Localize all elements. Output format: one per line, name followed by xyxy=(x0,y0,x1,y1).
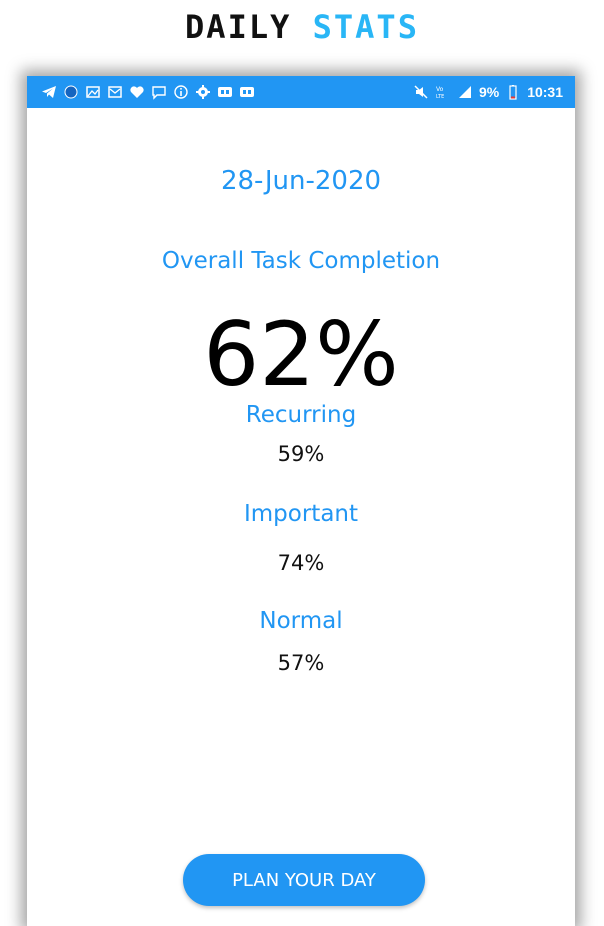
plan-your-day-button[interactable]: PLAN YOUR DAY xyxy=(183,854,425,906)
stats-content: 28-Jun-2020 Overall Task Completion 62% … xyxy=(27,108,575,926)
circle-icon xyxy=(63,84,79,100)
app-badge-icon xyxy=(239,84,255,100)
svg-text:Vo: Vo xyxy=(436,86,444,93)
category-label-normal: Normal xyxy=(259,608,343,634)
date-label: 28-Jun-2020 xyxy=(220,166,382,196)
battery-icon xyxy=(505,84,521,100)
promo-title: DAILY STATS xyxy=(0,8,604,46)
volte-icon: Vo LTE xyxy=(435,84,451,100)
signal-icon xyxy=(457,84,473,100)
settings-icon xyxy=(195,84,211,100)
mail-icon xyxy=(107,84,123,100)
status-bar: Vo LTE 9% 10:31 xyxy=(27,76,575,108)
info-icon xyxy=(173,84,189,100)
mute-icon xyxy=(413,84,429,100)
telegram-icon xyxy=(41,84,57,100)
heart-icon xyxy=(129,84,145,100)
category-label-important: Important xyxy=(243,501,359,527)
phone-screen: Vo LTE 9% 10:31 28-Jun-2020 Overall Task … xyxy=(27,76,575,926)
category-value-normal: 57% xyxy=(277,651,325,675)
category-label-recurring: Recurring xyxy=(245,402,357,428)
category-value-important: 74% xyxy=(277,551,325,575)
clock: 10:31 xyxy=(527,84,563,100)
battery-percent: 9% xyxy=(478,84,500,100)
overall-completion-value: 62% xyxy=(203,303,399,406)
overall-completion-label: Overall Task Completion xyxy=(161,248,441,274)
status-bar-system: Vo LTE 9% 10:31 xyxy=(413,84,563,100)
chat-icon xyxy=(151,84,167,100)
svg-text:LTE: LTE xyxy=(436,94,444,100)
image-icon xyxy=(85,84,101,100)
status-bar-notifications xyxy=(41,84,255,100)
promo-title-word-1: DAILY xyxy=(185,8,292,46)
app-badge-icon xyxy=(217,84,233,100)
category-value-recurring: 59% xyxy=(277,442,325,466)
promo-title-word-2: STATS xyxy=(312,8,419,46)
